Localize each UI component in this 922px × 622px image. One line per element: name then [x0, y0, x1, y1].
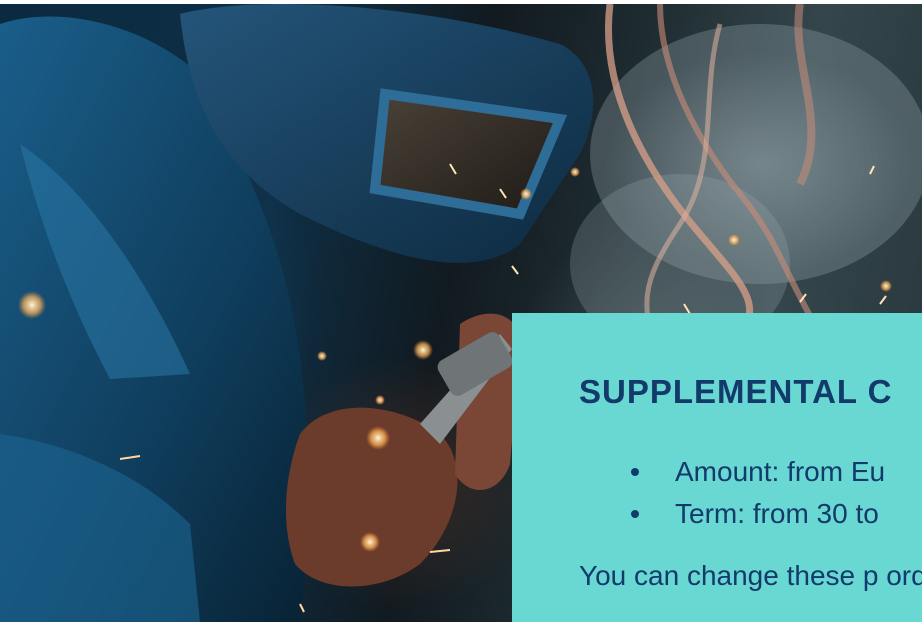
page: SUPPLEMENTAL C Amount: from Eu Term: fro… [0, 0, 922, 622]
card-paragraph: You can change these p order to adjust y… [579, 560, 922, 591]
list-item: Amount: from Eu [631, 451, 886, 493]
helmet-visor [369, 88, 568, 220]
list-item-text: Amount: from Eu [675, 456, 886, 487]
card-title: SUPPLEMENTAL C [579, 373, 893, 410]
list-item-text: Term: from 30 to [675, 498, 879, 529]
card-list: Amount: from Eu Term: from 30 to [579, 451, 885, 535]
list-item: Term: from 30 to [631, 493, 885, 535]
supplemental-info-card: SUPPLEMENTAL C Amount: from Eu Term: fro… [512, 313, 922, 622]
bullet-icon [631, 468, 639, 476]
bullet-icon [631, 510, 639, 518]
